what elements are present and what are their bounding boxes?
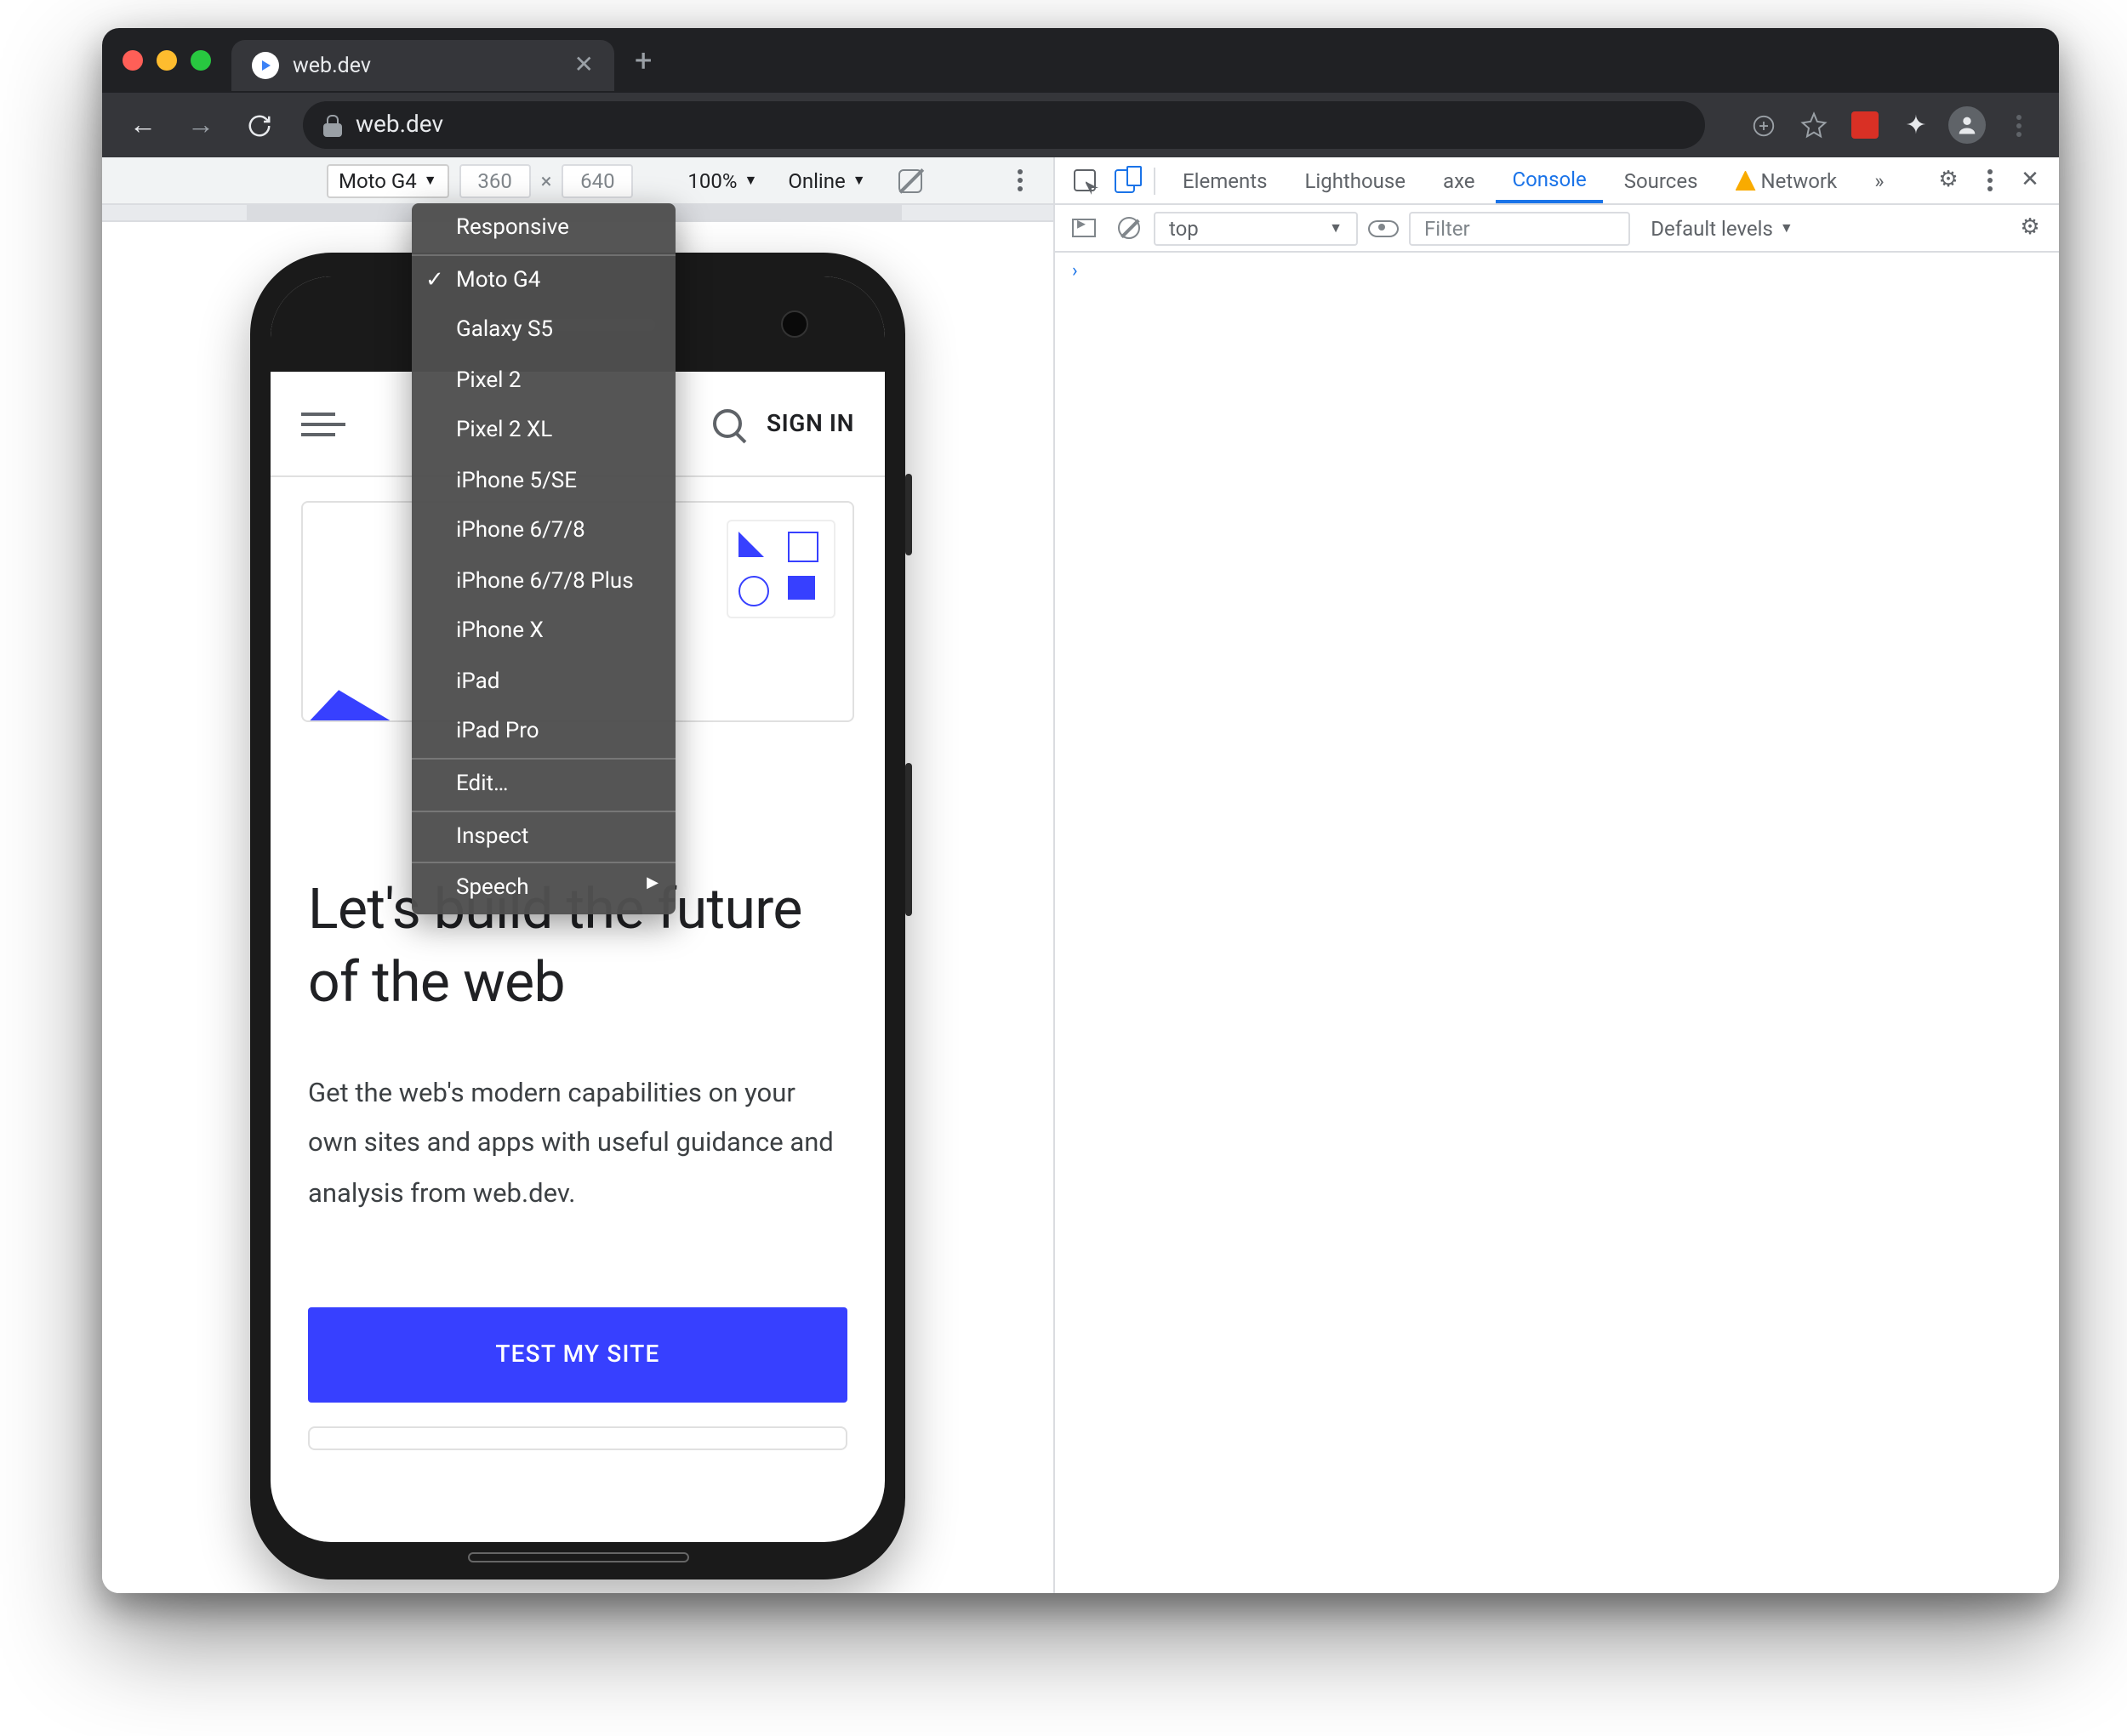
device-toolbar: Moto G4 ▼ 360 × 640 100%▼ Online▼: [102, 157, 1053, 205]
sign-in-button[interactable]: SIGN IN: [767, 410, 854, 437]
menu-item-device[interactable]: Moto G4: [412, 255, 676, 305]
menu-item-device[interactable]: iPad: [412, 657, 676, 707]
shape-filled-triangle-icon: [788, 576, 815, 600]
console-prompt-icon: ›: [1072, 259, 1078, 282]
url-input[interactable]: web.dev: [303, 101, 1705, 149]
close-window-button[interactable]: [123, 50, 143, 71]
tab-axe[interactable]: axe: [1426, 157, 1491, 203]
warning-icon: [1736, 170, 1756, 191]
menu-item-device[interactable]: iPhone 5/SE: [412, 456, 676, 506]
devtools-menu-button[interactable]: [1970, 157, 2008, 204]
tab-elements[interactable]: Elements: [1166, 157, 1284, 203]
tab-network-label: Network: [1761, 168, 1838, 192]
profile-button[interactable]: [1943, 101, 1991, 149]
address-bar: ← → web.dev ✦: [102, 93, 2059, 157]
home-bar-icon: [467, 1552, 688, 1562]
shape-circle-icon: [738, 576, 769, 606]
menu-item-device[interactable]: iPhone X: [412, 606, 676, 657]
new-tab-button[interactable]: +: [635, 43, 652, 78]
url-text: web.dev: [356, 111, 443, 139]
menu-item-device[interactable]: iPhone 6/7/8 Plus: [412, 556, 676, 606]
device-select-label: Moto G4: [339, 168, 417, 192]
minimize-window-button[interactable]: [157, 50, 177, 71]
context-label: top: [1169, 216, 1199, 240]
menu-item-responsive[interactable]: Responsive: [412, 203, 676, 253]
traffic-lights: [123, 50, 211, 71]
tab-title: web.dev: [293, 53, 371, 78]
browser-menu-button[interactable]: [1994, 101, 2042, 149]
extensions-button[interactable]: ✦: [1892, 101, 1940, 149]
shape-triangle-icon: [738, 532, 764, 557]
menu-item-device[interactable]: Galaxy S5: [412, 305, 676, 356]
tab-lighthouse[interactable]: Lighthouse: [1287, 157, 1423, 203]
console-settings-button[interactable]: ⚙: [2011, 204, 2049, 252]
throttle-select[interactable]: Online▼: [778, 165, 875, 196]
bookmark-button[interactable]: [1790, 101, 1838, 149]
shapes-decoration: [727, 520, 835, 618]
tab-console[interactable]: Console: [1496, 157, 1604, 203]
clear-console-button[interactable]: [1109, 204, 1147, 252]
console-toolbar: top ▼ Filter Default levels▼ ⚙: [1055, 205, 2059, 253]
hamburger-menu-button[interactable]: [301, 412, 345, 435]
triangle-decoration-icon: [301, 681, 404, 721]
search-icon[interactable]: [714, 409, 743, 438]
dimension-x: ×: [541, 168, 552, 192]
browser-tab[interactable]: web.dev ✕: [231, 40, 614, 91]
add-to-button[interactable]: [1739, 101, 1787, 149]
sign-in-area: SIGN IN: [714, 409, 854, 438]
reload-button[interactable]: [235, 101, 282, 149]
tab-network[interactable]: Network: [1719, 157, 1855, 203]
window-titlebar: web.dev ✕ +: [102, 28, 2059, 93]
menu-item-inspect[interactable]: Inspect: [412, 811, 676, 862]
hero-subtext: Get the web's modern capabilities on you…: [308, 1068, 847, 1219]
back-button[interactable]: ←: [119, 101, 167, 149]
console-filter-input[interactable]: Filter: [1409, 211, 1630, 245]
devtools-settings-button[interactable]: ⚙: [1930, 157, 1967, 204]
toggle-device-button[interactable]: [1106, 157, 1143, 204]
inspect-element-button[interactable]: [1065, 157, 1103, 204]
maximize-window-button[interactable]: [191, 50, 211, 71]
console-output[interactable]: ›: [1055, 253, 2059, 1593]
zoom-label: 100%: [687, 168, 737, 192]
forward-button[interactable]: →: [177, 101, 225, 149]
test-my-site-button[interactable]: TEST MY SITE: [308, 1307, 847, 1403]
rotate-button[interactable]: [887, 157, 934, 204]
device-dropdown-menu: Responsive Moto G4 Galaxy S5 Pixel 2 Pix…: [412, 203, 676, 914]
secondary-card: [308, 1426, 847, 1450]
menu-item-speech[interactable]: Speech: [412, 863, 676, 914]
menu-item-device[interactable]: Pixel 2: [412, 356, 676, 406]
menu-item-device[interactable]: iPhone 6/7/8: [412, 506, 676, 556]
device-select[interactable]: Moto G4 ▼: [327, 163, 449, 197]
devtools-close-button[interactable]: ✕: [2011, 157, 2049, 204]
tabs-overflow-button[interactable]: »: [1857, 157, 1901, 203]
menu-item-device[interactable]: iPad Pro: [412, 707, 676, 757]
browser-window: web.dev ✕ + ← → web.dev ✦ Moto G: [102, 28, 2059, 1593]
device-power-button: [905, 474, 912, 555]
context-select[interactable]: top ▼: [1154, 211, 1358, 245]
device-toolbar-menu[interactable]: [995, 157, 1043, 204]
shape-square-icon: [788, 532, 818, 562]
log-levels-label: Default levels: [1651, 216, 1773, 240]
favicon-icon: [252, 52, 279, 79]
camera-icon: [781, 310, 808, 338]
menu-item-device[interactable]: Pixel 2 XL: [412, 406, 676, 456]
devtools-tabs: Elements Lighthouse axe Console Sources …: [1055, 157, 2059, 205]
tab-close-button[interactable]: ✕: [574, 52, 594, 79]
live-expression-button[interactable]: [1365, 204, 1402, 252]
log-levels-select[interactable]: Default levels▼: [1637, 213, 1806, 243]
zoom-select[interactable]: 100%▼: [677, 165, 767, 196]
height-input[interactable]: 640: [562, 163, 633, 197]
menu-item-edit[interactable]: Edit…: [412, 760, 676, 810]
tab-sources[interactable]: Sources: [1607, 157, 1715, 203]
device-volume-button: [905, 763, 912, 916]
devtools-pane: Elements Lighthouse axe Console Sources …: [1055, 157, 2059, 1593]
extension-icon[interactable]: [1841, 101, 1889, 149]
console-sidebar-toggle[interactable]: [1065, 204, 1103, 252]
width-input[interactable]: 360: [459, 163, 531, 197]
device-emulation-pane: Moto G4 ▼ 360 × 640 100%▼ Online▼: [102, 157, 1055, 1593]
throttle-label: Online: [788, 168, 845, 192]
lock-icon: [323, 114, 342, 136]
